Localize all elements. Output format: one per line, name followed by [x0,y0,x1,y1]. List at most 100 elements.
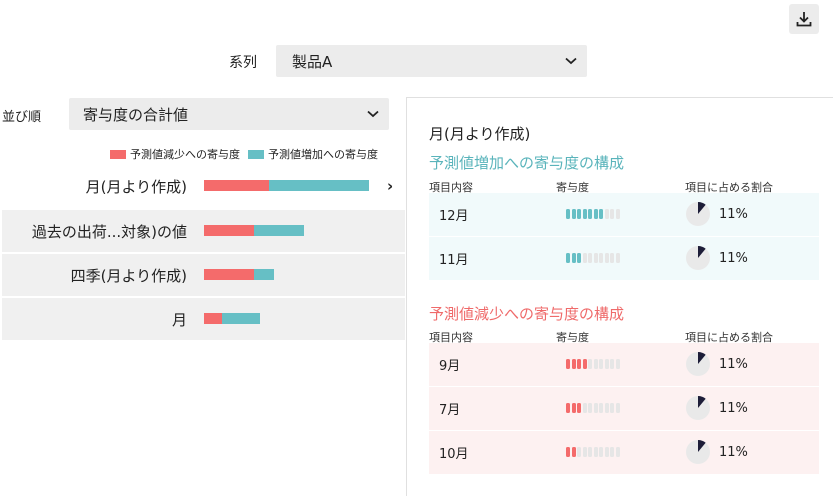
detail-panel: 月(月より作成) 予測値増加への寄与度の構成 項目内容 寄与度 項目に占める割合… [406,97,833,496]
detail-row: 11月 11% [429,237,819,280]
category-label: 月(月より作成) [85,177,187,196]
series-value: 製品A [292,52,333,71]
meter-pip [566,447,570,457]
category-row[interactable]: 過去の出荷...対象)の値 [2,210,405,252]
meter-pip [604,447,609,457]
decrease-section-title: 予測値減少への寄与度の構成 [429,305,625,323]
meter-pip [577,253,581,263]
meter-pip [615,403,620,413]
increase-bar [222,313,260,324]
download-button[interactable] [789,4,819,34]
category-row[interactable]: 月 [2,298,405,340]
meter-pip [593,359,598,369]
share-pie-icon [686,440,710,464]
meter-pip [588,359,592,369]
meter-pip [610,447,614,457]
meter-pip [599,447,603,457]
meter-pip [604,209,609,219]
share-value: 11% [719,207,748,222]
detail-row-name: 10月 [439,447,469,462]
detail-row-name: 7月 [439,403,461,418]
meter-pip [593,209,598,219]
detail-row-name: 9月 [439,359,461,374]
meter-pip [566,209,570,219]
category-label: 四季(月より作成) [70,266,187,285]
legend-decrease-swatch [110,149,126,159]
meter-pip [566,253,570,263]
increase-bar [254,225,304,236]
category-label: 過去の出荷...対象)の値 [31,222,187,241]
meter-pip [566,359,570,369]
contribution-meter [566,253,620,263]
download-icon [796,12,812,27]
meter-pip [604,253,609,263]
meter-pip [582,447,587,457]
detail-row-name: 12月 [439,209,469,224]
meter-pip [582,403,587,413]
decrease-bar [204,313,222,324]
share-value: 11% [719,401,748,416]
meter-pip [571,403,576,413]
meter-pip [615,447,620,457]
meter-pip [566,403,570,413]
meter-pip [582,253,587,263]
meter-pip [577,209,581,219]
meter-pip [588,403,592,413]
increase-bar [269,180,369,191]
meter-pip [571,447,576,457]
share-pie-icon [686,202,710,226]
legend-increase: 予測値増加への寄与度 [248,146,378,162]
meter-pip [571,359,576,369]
meter-pip [599,253,603,263]
contribution-meter [566,403,620,413]
share-pie-icon [686,352,710,376]
detail-row: 10月 11% [429,431,819,474]
decrease-bar [204,180,269,191]
legend-increase-swatch [248,149,264,159]
increase-bar [254,269,274,280]
increase-section-title: 予測値増加への寄与度の構成 [429,154,625,172]
meter-pip [604,359,609,369]
chart-legend: 予測値減少への寄与度 予測値増加への寄与度 [110,146,386,162]
meter-pip [577,447,581,457]
meter-pip [577,403,581,413]
category-row[interactable]: 月(月より作成) › [2,165,405,207]
category-row[interactable]: 四季(月より作成) [2,254,405,296]
legend-increase-label: 予測値増加への寄与度 [268,148,378,161]
detail-row: 7月 11% [429,387,819,430]
meter-pip [615,209,620,219]
meter-pip [593,253,598,263]
chevron-right-icon: › [387,177,394,195]
legend-decrease-label: 予測値減少への寄与度 [130,148,240,161]
meter-pip [599,359,603,369]
share-value: 11% [719,251,748,266]
meter-pip [599,209,603,219]
detail-title: 月(月より作成) [429,125,531,143]
meter-pip [582,209,587,219]
sort-label: 並び順 [2,110,42,125]
series-select[interactable]: 製品A [276,45,587,77]
decrease-bar [204,269,254,280]
meter-pip [571,253,576,263]
share-pie-icon [686,246,710,270]
share-pie-icon [686,396,710,420]
sort-value: 寄与度の合計値 [83,105,189,124]
series-label: 系列 [229,55,257,71]
meter-pip [610,403,614,413]
meter-pip [615,359,620,369]
sort-select[interactable]: 寄与度の合計値 [69,98,389,130]
contribution-meter [566,359,620,369]
decrease-bar [204,225,254,236]
share-value: 11% [719,445,748,460]
category-label: 月 [171,310,187,329]
meter-pip [610,209,614,219]
meter-pip [588,209,592,219]
share-value: 11% [719,357,748,372]
chevron-down-icon [367,110,379,118]
meter-pip [593,447,598,457]
legend-decrease: 予測値減少への寄与度 [110,146,240,162]
meter-pip [588,447,592,457]
contribution-meter [566,209,620,219]
meter-pip [588,253,592,263]
meter-pip [604,403,609,413]
